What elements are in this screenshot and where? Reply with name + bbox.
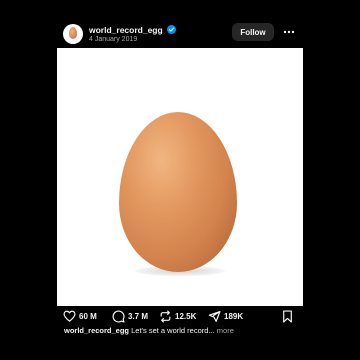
shares-count: 189K [224, 311, 244, 321]
likes-count: 60 M [79, 311, 97, 321]
comment-icon[interactable] [112, 309, 125, 323]
follow-button[interactable]: Follow [232, 23, 274, 41]
caption-username[interactable]: world_record_egg [64, 326, 129, 335]
verified-badge-icon [167, 25, 176, 34]
bookmark-icon[interactable] [282, 309, 293, 323]
repost-action[interactable]: 12.5K [159, 309, 196, 323]
more-options-icon[interactable] [281, 24, 297, 40]
post-header: world_record_egg 4 January 2019 Follow [57, 18, 303, 48]
heart-icon[interactable] [63, 310, 76, 322]
caption-more-link[interactable]: more [217, 326, 234, 335]
comment-action[interactable]: 3.7 M [112, 309, 148, 323]
avatar[interactable] [63, 24, 83, 44]
save-action[interactable] [282, 309, 293, 323]
action-bar: 60 M 3.7 M 12.5K 189K [57, 306, 303, 326]
reposts-count: 12.5K [175, 311, 197, 321]
share-action[interactable]: 189K [208, 309, 243, 323]
post-card: world_record_egg 4 January 2019 Follow 6… [57, 18, 303, 342]
post-date: 4 January 2019 [89, 36, 138, 43]
like-action[interactable]: 60 M [63, 309, 97, 323]
repost-icon[interactable] [159, 309, 172, 323]
username[interactable]: world_record_egg [89, 25, 163, 35]
post-image[interactable] [57, 48, 303, 306]
send-icon[interactable] [208, 310, 221, 323]
egg-photo [119, 112, 237, 272]
caption-text: Let's set a world record... [131, 326, 215, 335]
egg-avatar-image [69, 27, 77, 39]
caption: world_record_egg Let's set a world recor… [64, 326, 300, 340]
page: world_record_egg 4 January 2019 Follow 6… [0, 0, 360, 360]
comments-count: 3.7 M [128, 311, 149, 321]
